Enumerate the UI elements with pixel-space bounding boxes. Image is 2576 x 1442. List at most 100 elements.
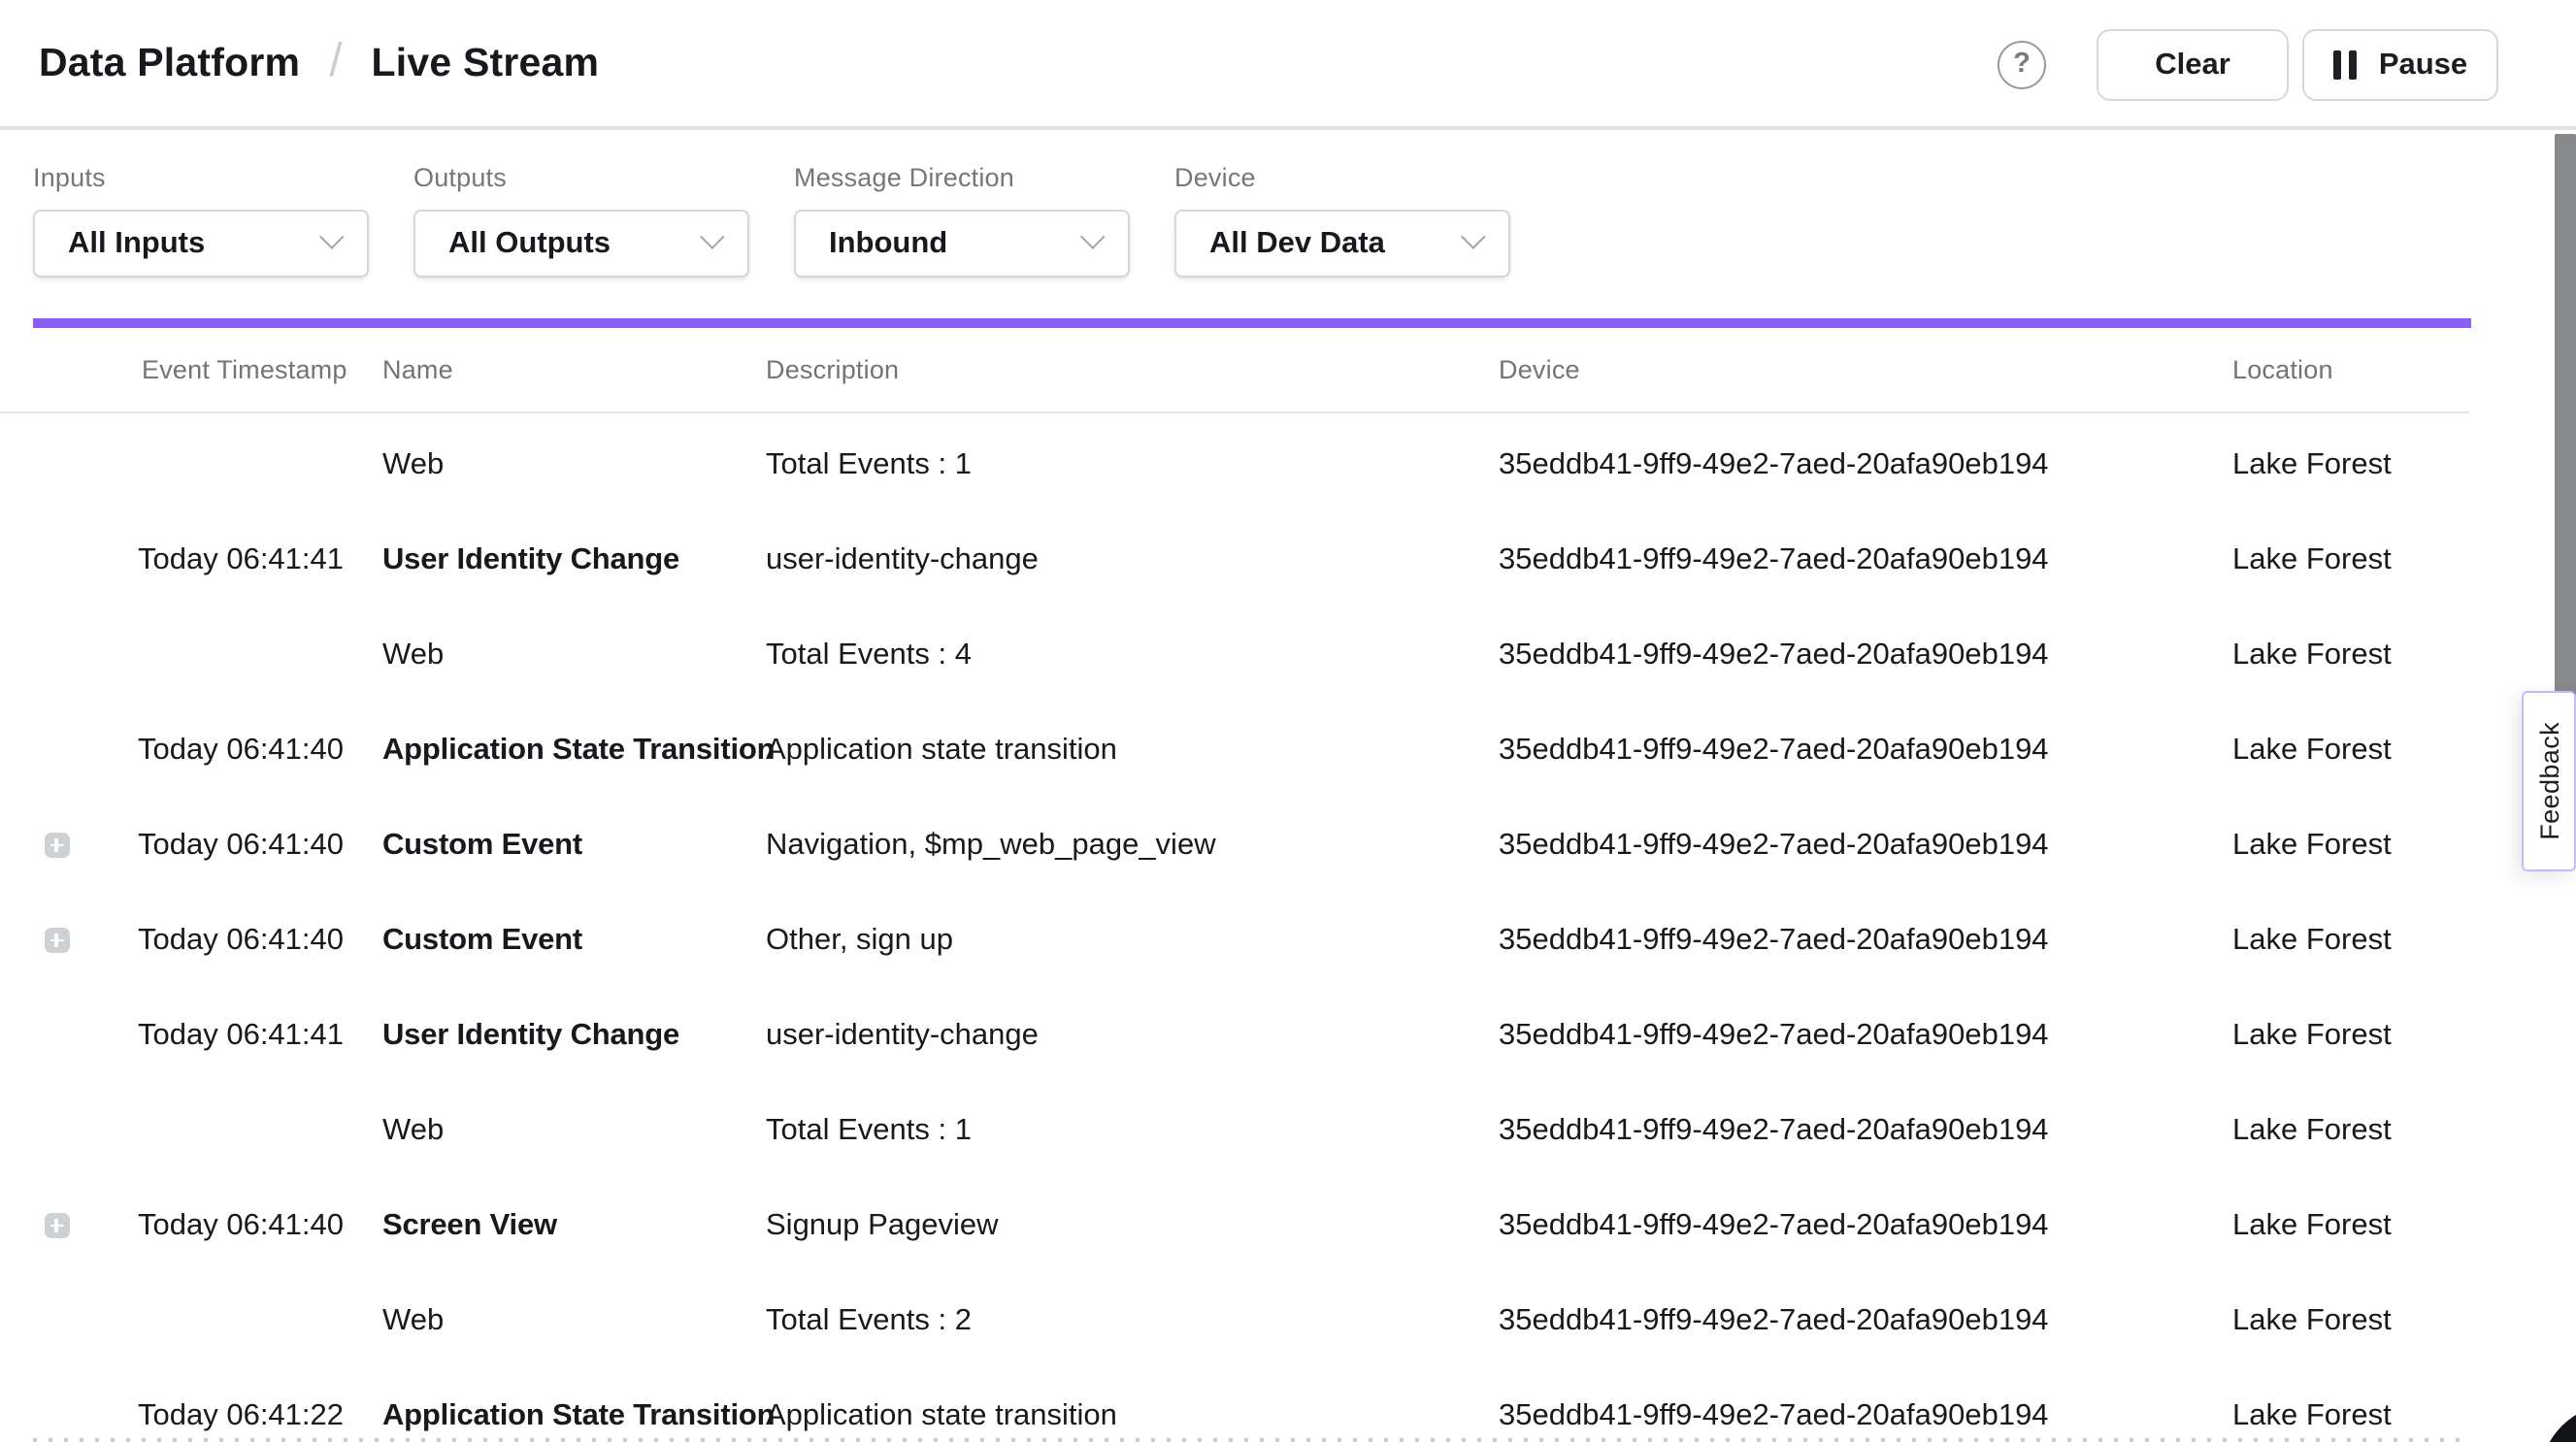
breadcrumb-separator: / bbox=[329, 34, 342, 88]
table-row: WebTotal Events : 135eddb41-9ff9-49e2-7a… bbox=[0, 417, 2469, 512]
column-header-device: Device bbox=[1499, 355, 2232, 384]
device-id-cell: 35eddb41-9ff9-49e2-7aed-20afa90eb194 bbox=[1499, 1113, 2232, 1148]
purple-divider bbox=[33, 318, 2471, 328]
event-timestamp-cell: Today 06:41:40 bbox=[138, 1208, 382, 1243]
location-cell: Lake Forest bbox=[2232, 828, 2469, 863]
location-cell: Lake Forest bbox=[2232, 1113, 2469, 1148]
feedback-tab-label: Feedback bbox=[2534, 722, 2563, 840]
row-expand-cell bbox=[0, 834, 138, 858]
event-timestamp-cell: Today 06:41:41 bbox=[138, 1018, 382, 1053]
device-id-cell: 35eddb41-9ff9-49e2-7aed-20afa90eb194 bbox=[1499, 733, 2232, 768]
filter-label-inputs: Inputs bbox=[33, 163, 369, 192]
event-description-cell: Application state transition bbox=[766, 733, 1499, 768]
header-actions: ? Clear Pause bbox=[1998, 0, 2498, 130]
outputs-dropdown[interactable]: All Outputs bbox=[413, 210, 749, 278]
inputs-dropdown-value: All Inputs bbox=[68, 226, 205, 261]
event-timestamp-cell: Today 06:41:41 bbox=[138, 542, 382, 577]
table-row: WebTotal Events : 135eddb41-9ff9-49e2-7a… bbox=[0, 1083, 2469, 1178]
event-timestamp-cell: Today 06:41:40 bbox=[138, 923, 382, 958]
event-description-cell: user-identity-change bbox=[766, 542, 1499, 577]
location-cell: Lake Forest bbox=[2232, 542, 2469, 577]
table-row: Today 06:41:22Application State Transiti… bbox=[0, 1368, 2469, 1442]
location-cell: Lake Forest bbox=[2232, 638, 2469, 672]
event-name-cell: Custom Event bbox=[382, 828, 766, 863]
device-id-cell: 35eddb41-9ff9-49e2-7aed-20afa90eb194 bbox=[1499, 1303, 2232, 1338]
message-direction-dropdown-value: Inbound bbox=[829, 226, 947, 261]
device-id-cell: 35eddb41-9ff9-49e2-7aed-20afa90eb194 bbox=[1499, 923, 2232, 958]
clipped-next-row-hint bbox=[33, 1437, 2469, 1442]
outputs-dropdown-value: All Outputs bbox=[448, 226, 611, 261]
event-description-cell: Signup Pageview bbox=[766, 1208, 1499, 1243]
chevron-down-icon bbox=[1461, 224, 1485, 248]
page-header: Data Platform / Live Stream ? Clear Paus… bbox=[0, 0, 2576, 130]
device-id-cell: 35eddb41-9ff9-49e2-7aed-20afa90eb194 bbox=[1499, 638, 2232, 672]
expand-row-button[interactable] bbox=[45, 834, 69, 858]
location-cell: Lake Forest bbox=[2232, 1398, 2469, 1433]
event-name-cell: Application State Transition bbox=[382, 733, 766, 768]
message-direction-dropdown[interactable]: Inbound bbox=[794, 210, 1130, 278]
table-row: Today 06:41:40Custom EventNavigation, $m… bbox=[0, 798, 2469, 893]
breadcrumb: Data Platform / Live Stream bbox=[39, 36, 599, 90]
event-name-cell: Application State Transition bbox=[382, 1398, 766, 1433]
table-row: Today 06:41:41User Identity Changeuser-i… bbox=[0, 988, 2469, 1083]
device-dropdown[interactable]: All Dev Data bbox=[1174, 210, 1510, 278]
location-cell: Lake Forest bbox=[2232, 1018, 2469, 1053]
filter-bar: Inputs All Inputs OutputsAll Outputs Messag… bbox=[33, 163, 1510, 278]
column-header-event-timestamp: Event Timestamp bbox=[138, 355, 382, 384]
filter-label-device: Device bbox=[1174, 163, 1510, 192]
filter-outputs: OutputsAll Outputs bbox=[413, 163, 749, 278]
location-cell: Lake Forest bbox=[2232, 1303, 2469, 1338]
vertical-scrollbar-thumb[interactable] bbox=[2555, 134, 2575, 697]
location-cell: Lake Forest bbox=[2232, 923, 2469, 958]
event-description-cell: Total Events : 1 bbox=[766, 1113, 1499, 1148]
device-id-cell: 35eddb41-9ff9-49e2-7aed-20afa90eb194 bbox=[1499, 1398, 2232, 1433]
event-description-cell: user-identity-change bbox=[766, 1018, 1499, 1053]
device-id-cell: 35eddb41-9ff9-49e2-7aed-20afa90eb194 bbox=[1499, 1018, 2232, 1053]
question-icon: ? bbox=[2013, 49, 2031, 80]
event-name-cell: Web bbox=[382, 447, 766, 482]
filter-label-message-direction: Message Direction bbox=[794, 163, 1130, 192]
help-button[interactable]: ? bbox=[1998, 41, 2046, 89]
event-description-cell: Total Events : 1 bbox=[766, 447, 1499, 482]
chevron-down-icon bbox=[1080, 224, 1105, 248]
table-row: WebTotal Events : 435eddb41-9ff9-49e2-7a… bbox=[0, 607, 2469, 703]
table-row: Today 06:41:40Screen ViewSignup Pageview… bbox=[0, 1178, 2469, 1273]
chat-bubble-icon[interactable] bbox=[2539, 1403, 2576, 1442]
inputs-dropdown[interactable]: All Inputs bbox=[33, 210, 369, 278]
column-header-description: Description bbox=[766, 355, 1499, 384]
table-row: Today 06:41:41User Identity Changeuser-i… bbox=[0, 512, 2469, 607]
device-id-cell: 35eddb41-9ff9-49e2-7aed-20afa90eb194 bbox=[1499, 447, 2232, 482]
pause-icon bbox=[2333, 51, 2358, 80]
table-header: Event Timestamp Name Description Device … bbox=[0, 328, 2469, 413]
row-expand-cell bbox=[0, 929, 138, 953]
device-id-cell: 35eddb41-9ff9-49e2-7aed-20afa90eb194 bbox=[1499, 828, 2232, 863]
chevron-down-icon bbox=[319, 224, 344, 248]
breadcrumb-data-platform[interactable]: Data Platform bbox=[39, 40, 300, 86]
event-timestamp-cell: Today 06:41:22 bbox=[138, 1398, 382, 1433]
event-name-cell: Screen View bbox=[382, 1208, 766, 1243]
device-id-cell: 35eddb41-9ff9-49e2-7aed-20afa90eb194 bbox=[1499, 1208, 2232, 1243]
feedback-tab[interactable]: Feedback bbox=[2522, 691, 2576, 871]
event-timestamp-cell: Today 06:41:40 bbox=[138, 733, 382, 768]
event-timestamp-cell: Today 06:41:40 bbox=[138, 828, 382, 863]
expand-row-button[interactable] bbox=[45, 929, 69, 953]
filter-message-direction: Message Direction Inbound bbox=[794, 163, 1130, 278]
filter-inputs: Inputs All Inputs bbox=[33, 163, 369, 278]
expand-row-button[interactable] bbox=[45, 1214, 69, 1238]
table-row: Today 06:41:40Custom EventOther, sign up… bbox=[0, 893, 2469, 988]
event-table-body: WebTotal Events : 135eddb41-9ff9-49e2-7a… bbox=[0, 417, 2469, 1442]
page-title: Live Stream bbox=[372, 40, 600, 86]
event-name-cell: Web bbox=[382, 1113, 766, 1148]
filter-device: Device All Dev Data bbox=[1174, 163, 1510, 278]
clear-button[interactable]: Clear bbox=[2097, 29, 2289, 101]
chevron-down-icon bbox=[700, 224, 724, 248]
pause-button[interactable]: Pause bbox=[2302, 29, 2498, 101]
pause-button-label: Pause bbox=[2379, 48, 2467, 82]
location-cell: Lake Forest bbox=[2232, 447, 2469, 482]
table-row: WebTotal Events : 235eddb41-9ff9-49e2-7a… bbox=[0, 1273, 2469, 1368]
live-stream-screen: Data Platform / Live Stream ? Clear Paus… bbox=[0, 0, 2576, 1442]
event-description-cell: Other, sign up bbox=[766, 923, 1499, 958]
event-description-cell: Total Events : 2 bbox=[766, 1303, 1499, 1338]
event-name-cell: Web bbox=[382, 638, 766, 672]
viewport: Data Platform / Live Stream ? Clear Paus… bbox=[0, 0, 2576, 1442]
